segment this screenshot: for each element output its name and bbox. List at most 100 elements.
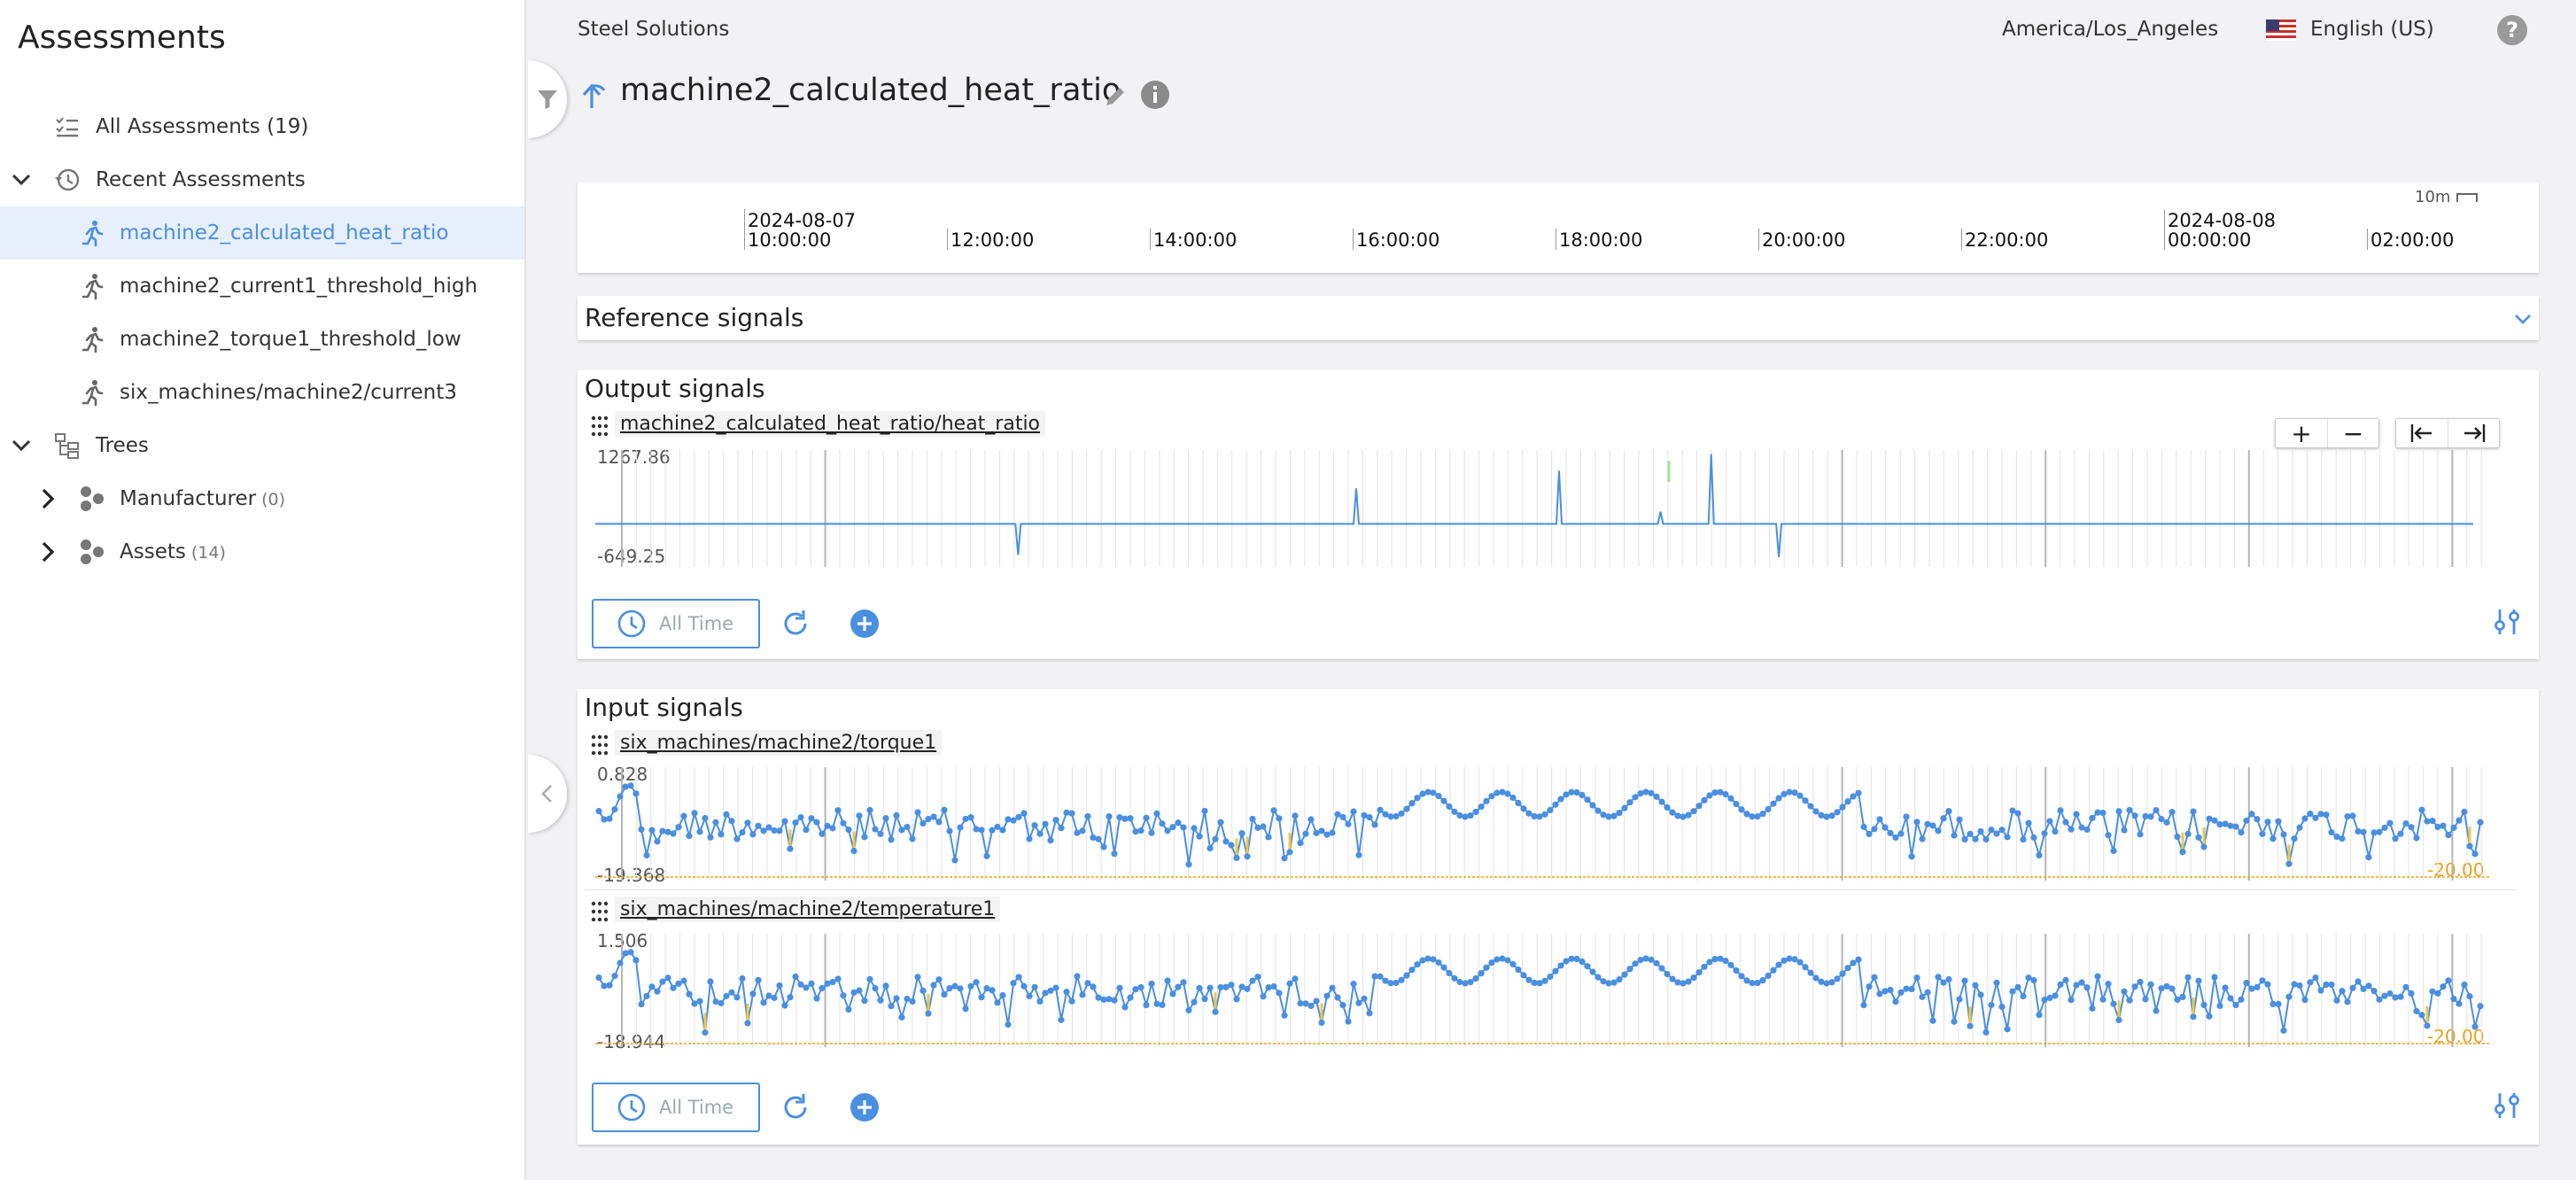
collapse-sidebar-button[interactable] (528, 755, 567, 833)
data-point (1446, 803, 1453, 811)
data-point (1882, 824, 1889, 831)
tree-item-count: (0) (261, 490, 286, 509)
data-point (2041, 830, 2048, 837)
data-point (1839, 970, 1846, 977)
data-point (733, 835, 741, 842)
data-point (2137, 978, 2144, 985)
data-point (707, 834, 714, 841)
pan-right-button[interactable] (2448, 419, 2499, 447)
zoom-in-button[interactable]: + (2276, 419, 2327, 448)
tree-item-assets[interactable]: Assets (14) (0, 525, 524, 578)
chevron-down-icon[interactable] (9, 167, 34, 192)
add-signal-icon[interactable] (849, 1091, 881, 1123)
data-point (2036, 851, 2043, 859)
data-point (1026, 992, 1033, 1000)
data-point (2434, 990, 2441, 997)
data-point (2009, 988, 2016, 995)
chevron-right-icon[interactable] (35, 486, 60, 511)
data-point (1669, 809, 1676, 816)
data-point (2004, 1026, 2011, 1033)
chevron-down-icon[interactable] (9, 433, 34, 458)
page-title: machine2_calculated_heat_ratio (620, 73, 1121, 108)
data-point (1414, 795, 1421, 802)
data-point (1765, 972, 1772, 980)
data-point (1355, 999, 1362, 1006)
data-point (2365, 854, 2372, 861)
data-point (2184, 830, 2192, 837)
data-point (2211, 974, 2218, 981)
data-point (1642, 955, 1649, 962)
data-point (1775, 795, 1782, 802)
data-point (877, 997, 884, 1004)
output-signals-panel: Output signals machine2_calculated_heat_… (578, 370, 2539, 659)
data-point (1584, 796, 1591, 803)
recent-item-current1[interactable]: machine2_current1_threshold_high (0, 260, 524, 313)
edit-pencil-icon[interactable] (1102, 83, 1129, 110)
trees-item[interactable]: Trees (0, 419, 524, 472)
help-icon[interactable]: ? (2496, 14, 2528, 46)
data-point (2062, 976, 2069, 983)
timeline-card[interactable]: 10m 2024-08-07 10:00:00 12:00:00 14:00:00 16… (578, 182, 2539, 273)
data-point (1233, 854, 1240, 862)
data-point (1850, 959, 1857, 967)
running-icon (81, 274, 104, 300)
data-point (2397, 830, 2404, 837)
output-chart[interactable] (595, 450, 2491, 567)
zoom-out-button[interactable]: − (2327, 419, 2378, 448)
all-assessments-item[interactable]: All Assessments (19) (0, 100, 524, 153)
back-arrow-icon[interactable] (578, 78, 611, 112)
timezone-selector[interactable]: America/Los_Angeles (2002, 18, 2218, 41)
output-signal-link[interactable]: machine2_calculated_heat_ratio/heat_rati… (615, 411, 1046, 437)
tree-item-manufacturer[interactable]: Manufacturer (0) (0, 472, 524, 525)
data-point (1594, 974, 1602, 981)
recent-item-heat-ratio[interactable]: machine2_calculated_heat_ratio (0, 206, 524, 260)
output-all-time-button[interactable]: All Time (592, 599, 760, 648)
asset-group-icon (81, 540, 104, 564)
refresh-icon[interactable] (780, 1091, 811, 1123)
data-point (1520, 805, 1527, 812)
trees-label: Trees (96, 434, 149, 457)
data-point (2477, 1003, 2484, 1010)
reference-signals-panel[interactable]: Reference signals (578, 296, 2539, 340)
data-point (1685, 978, 1692, 985)
data-point (898, 1013, 905, 1021)
data-point (1185, 861, 1192, 868)
drag-handle-icon[interactable] (590, 900, 609, 923)
language-selector[interactable]: English (US) (2310, 18, 2434, 41)
add-signal-icon[interactable] (849, 608, 881, 640)
data-point (2232, 823, 2239, 830)
data-point (1318, 1019, 1325, 1026)
recent-item-current3[interactable]: six_machines/machine2/current3 (0, 366, 524, 419)
timeline-tick-time: 14:00:00 (1153, 229, 1238, 251)
info-icon[interactable] (1139, 79, 1171, 111)
recent-assessments-item[interactable]: Recent Assessments (0, 153, 524, 206)
refresh-icon[interactable] (780, 608, 811, 640)
torque-chart[interactable] (595, 767, 2491, 881)
data-point (941, 990, 948, 998)
data-point (919, 987, 927, 994)
data-point (1626, 966, 1633, 973)
data-point (1648, 789, 1655, 796)
data-point (1355, 851, 1362, 858)
chevron-right-icon[interactable] (35, 540, 60, 564)
data-point (1642, 788, 1649, 796)
drag-handle-icon[interactable] (590, 415, 609, 438)
chevron-down-icon[interactable] (2512, 308, 2533, 330)
data-point (834, 975, 842, 982)
recent-item-torque1[interactable]: machine2_torque1_threshold_low (0, 313, 524, 366)
signal-settings-icon[interactable] (2491, 606, 2523, 638)
pan-left-button[interactable] (2396, 419, 2448, 447)
data-point (2083, 826, 2091, 834)
data-point (1440, 797, 1447, 804)
input-signal-link-torque1[interactable]: six_machines/machine2/torque1 (615, 730, 943, 756)
recent-item-label: six_machines/machine2/current3 (120, 381, 457, 404)
pan-right-icon (2463, 424, 2485, 442)
filter-toggle-button[interactable] (528, 60, 567, 138)
data-point (978, 827, 985, 834)
signal-settings-icon[interactable] (2491, 1090, 2523, 1122)
temperature-chart[interactable] (595, 934, 2491, 1047)
drag-handle-icon[interactable] (590, 734, 609, 757)
input-all-time-button[interactable]: All Time (592, 1083, 760, 1132)
input-signal-link-temperature1[interactable]: six_machines/machine2/temperature1 (615, 897, 1001, 922)
data-point (718, 999, 725, 1007)
